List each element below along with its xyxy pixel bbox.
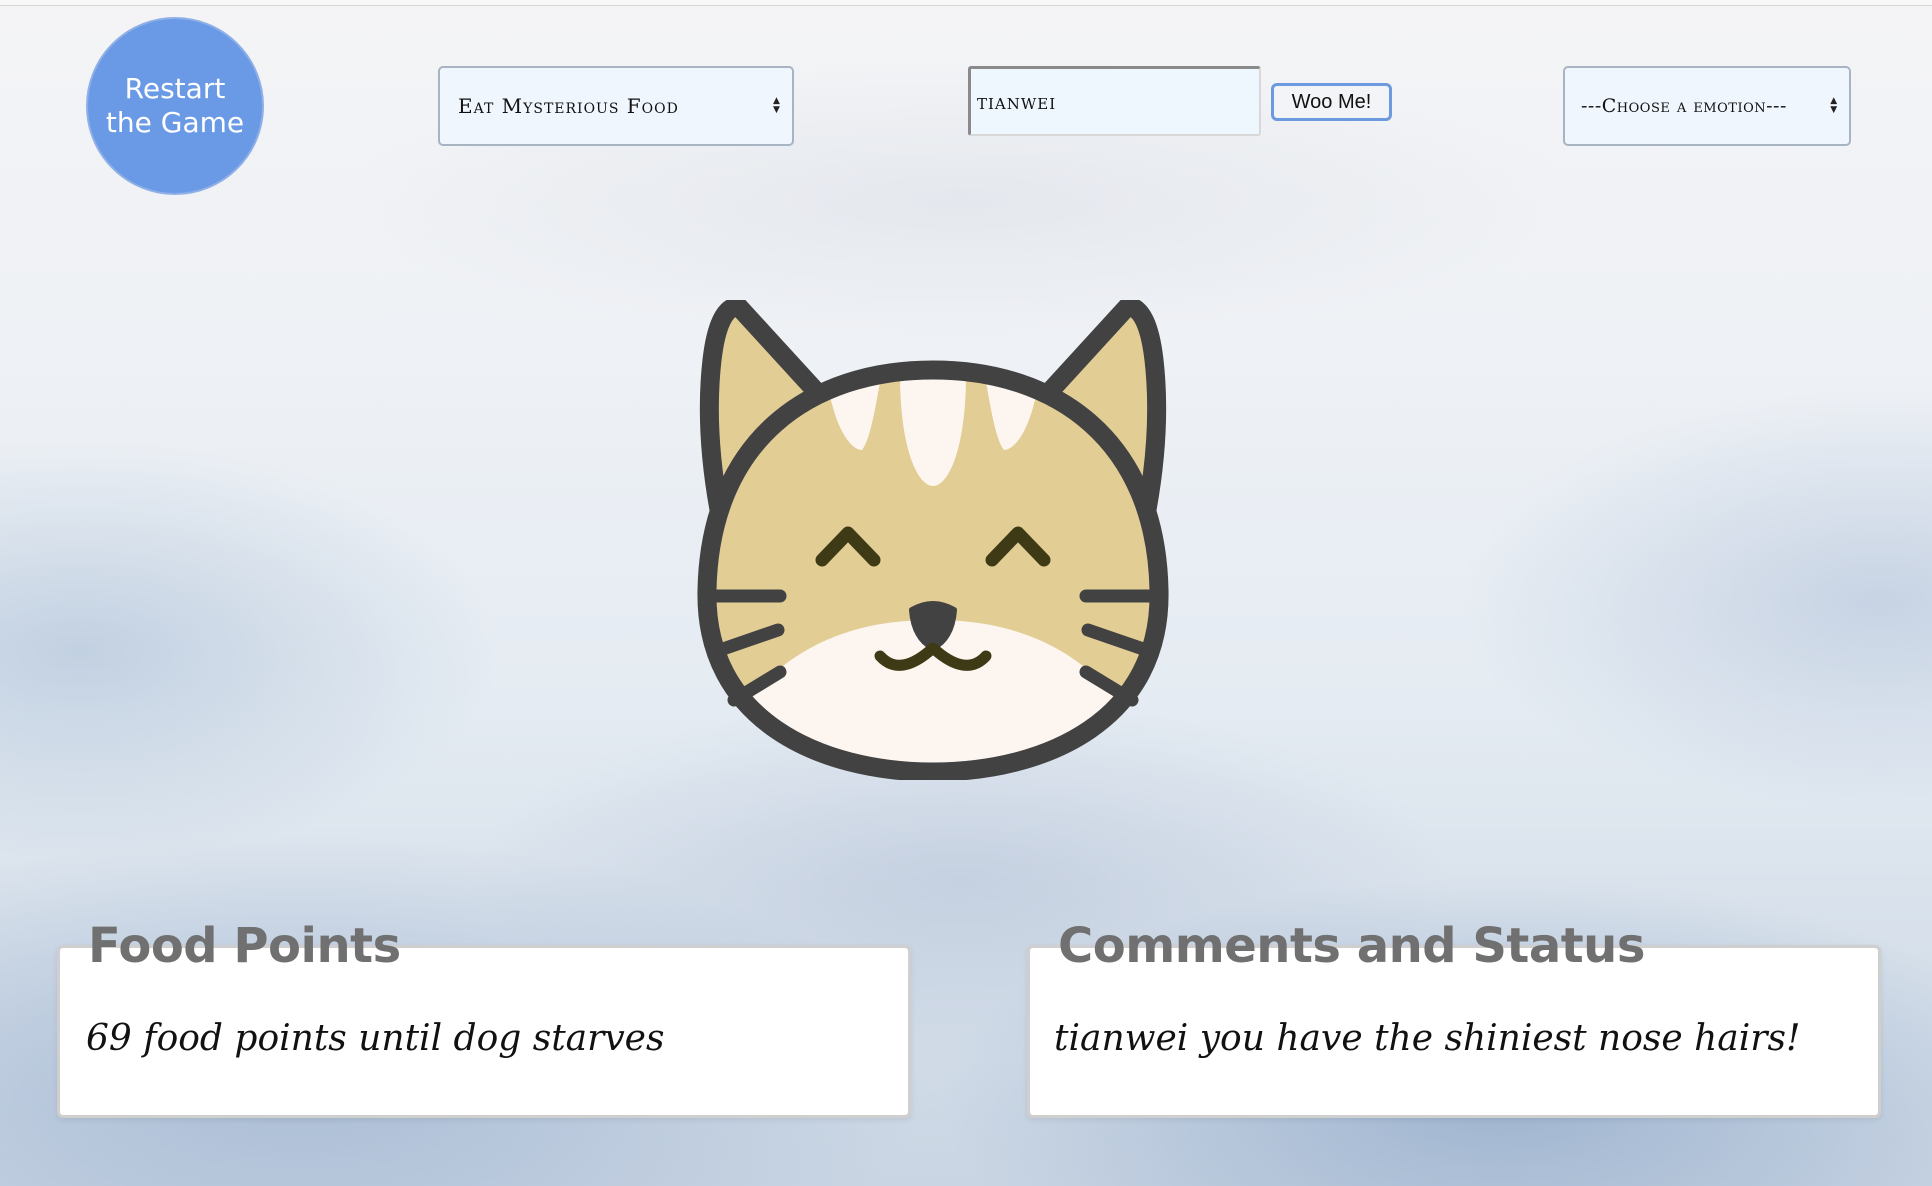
status-text: tianwei you have the shiniest nose hairs… — [1054, 1018, 1801, 1059]
woo-me-button[interactable]: Woo Me! — [1271, 83, 1392, 121]
name-input[interactable] — [968, 66, 1261, 136]
food-points-title: Food Points — [88, 918, 401, 974]
restart-game-label: Restart the Game — [105, 72, 245, 139]
food-select[interactable]: Eat Mysterious Food ▲ ▼ — [438, 66, 794, 146]
comments-status-title: Comments and Status — [1058, 918, 1645, 974]
restart-game-button[interactable]: Restart the Game — [86, 17, 264, 195]
select-arrows-icon: ▲ ▼ — [1830, 96, 1838, 115]
emotion-select-value: ---Choose a emotion--- — [1581, 95, 1787, 117]
food-select-value: Eat Mysterious Food — [458, 94, 679, 118]
food-points-text: 69 food points until dog starves — [86, 1018, 665, 1059]
top-border — [0, 0, 1932, 6]
happy-cat-face-icon — [697, 300, 1169, 780]
emotion-select[interactable]: ---Choose a emotion--- ▲ ▼ — [1563, 66, 1851, 146]
select-arrows-icon: ▲ ▼ — [773, 96, 781, 115]
